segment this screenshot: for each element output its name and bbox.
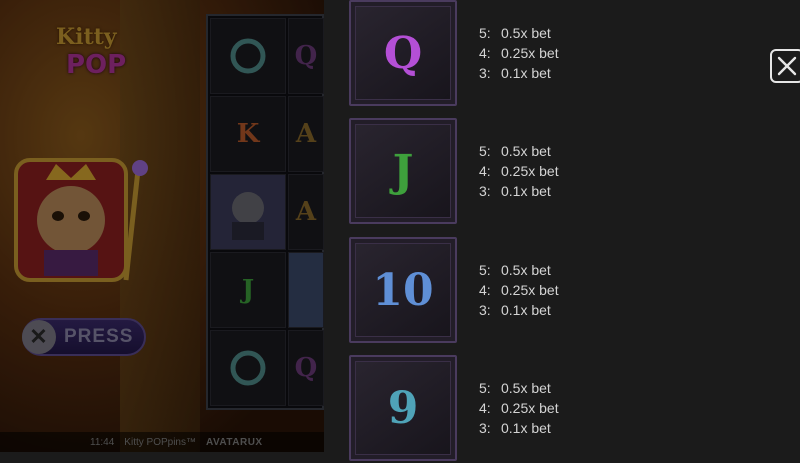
reel-symbol-partial: A <box>288 174 324 250</box>
symbol-glyph: Q <box>383 27 423 79</box>
status-time: 11:44 <box>90 436 115 448</box>
game-view: Kitty POP ✕ PRESS Q K A A J Q 11:44 Kitt… <box>0 0 324 452</box>
close-icon <box>777 56 797 76</box>
paytable-row: 9 5: 0.5x bet 4: 0.25x bet 3: 0.1x bet <box>349 355 749 463</box>
payout-value: 0.5x bet <box>501 380 551 396</box>
symbol-frame: 10 <box>349 237 457 343</box>
paytable-row: J 5: 0.5x bet 4: 0.25x bet 3: 0.1x bet <box>349 118 749 226</box>
payout-value: 0.1x bet <box>501 65 551 81</box>
status-brand: AVATARUX <box>206 436 263 448</box>
payout-value: 0.1x bet <box>501 420 551 436</box>
reel-symbol-ring <box>210 18 286 94</box>
payout-value: 0.5x bet <box>501 262 551 278</box>
reel-symbol-k: K <box>210 96 286 172</box>
payout-value: 0.25x bet <box>501 163 559 179</box>
xpress-button[interactable]: ✕ PRESS <box>22 318 146 356</box>
paytable-row: Q 5: 0.5x bet 4: 0.25x bet 3: 0.1x bet <box>349 0 749 108</box>
payout-list: 5: 0.5x bet 4: 0.25x bet 3: 0.1x bet <box>479 141 559 201</box>
payout-value: 0.25x bet <box>501 282 559 298</box>
payout-count: 4: <box>479 45 491 61</box>
payout-line: 3: 0.1x bet <box>479 418 559 438</box>
game-logo: Kitty POP <box>38 4 148 104</box>
reel-symbol-j: J <box>210 252 286 328</box>
payout-count: 3: <box>479 65 491 81</box>
payout-line: 3: 0.1x bet <box>479 63 559 83</box>
status-game-title: Kitty POPpins™ <box>124 436 196 448</box>
paytable-row: 10 5: 0.5x bet 4: 0.25x bet 3: 0.1x bet <box>349 237 749 345</box>
close-button[interactable] <box>770 49 800 83</box>
payout-count: 5: <box>479 25 491 41</box>
reel-symbol-cat <box>210 174 286 250</box>
cat-king-illustration <box>14 158 148 282</box>
logo-pop-text: POP <box>66 50 127 80</box>
payout-value: 0.25x bet <box>501 45 559 61</box>
reel-symbol-partial <box>288 252 324 328</box>
payout-list: 5: 0.5x bet 4: 0.25x bet 3: 0.1x bet <box>479 378 559 438</box>
logo-kitty-text: Kitty <box>56 24 117 50</box>
ring-symbol-icon <box>230 350 266 386</box>
reel-symbol-partial: A <box>288 96 324 172</box>
symbol-frame: 9 <box>349 355 457 461</box>
payout-value: 0.25x bet <box>501 400 559 416</box>
paytable-panel[interactable]: Q 5: 0.5x bet 4: 0.25x bet 3: 0.1x bet J 5: 0.5x … <box>324 0 800 461</box>
j-symbol: J <box>241 275 255 305</box>
x-icon: ✕ <box>22 320 56 354</box>
status-bar: 11:44 Kitty POPpins™ AVATARUX <box>0 432 324 452</box>
payout-value: 0.1x bet <box>501 302 551 318</box>
payout-line: 5: 0.5x bet <box>479 141 559 161</box>
press-label: PRESS <box>64 326 134 347</box>
ring-symbol-icon <box>230 38 266 74</box>
payout-line: 5: 0.5x bet <box>479 378 559 398</box>
payout-line: 4: 0.25x bet <box>479 398 559 418</box>
payout-list: 5: 0.5x bet 4: 0.25x bet 3: 0.1x bet <box>479 260 559 320</box>
reel-symbol-partial: Q <box>288 18 324 94</box>
cat-symbol-icon <box>232 192 264 240</box>
symbol-glyph: 10 <box>372 264 434 316</box>
reel-symbol-ring <box>210 330 286 406</box>
payout-count: 3: <box>479 183 491 199</box>
symbol-frame: Q <box>349 0 457 106</box>
payout-count: 5: <box>479 262 491 278</box>
payout-count: 4: <box>479 163 491 179</box>
payout-line: 5: 0.5x bet <box>479 260 559 280</box>
payout-count: 5: <box>479 143 491 159</box>
payout-line: 4: 0.25x bet <box>479 43 559 63</box>
payout-line: 3: 0.1x bet <box>479 300 559 320</box>
reel-symbol-partial: Q <box>288 330 324 406</box>
payout-list: 5: 0.5x bet 4: 0.25x bet 3: 0.1x bet <box>479 23 559 83</box>
payout-count: 5: <box>479 380 491 396</box>
symbol-glyph: J <box>392 145 414 197</box>
payout-value: 0.5x bet <box>501 25 551 41</box>
symbol-frame: J <box>349 118 457 224</box>
payout-count: 4: <box>479 282 491 298</box>
symbol-glyph: 9 <box>387 382 419 434</box>
payout-count: 4: <box>479 400 491 416</box>
payout-line: 5: 0.5x bet <box>479 23 559 43</box>
payout-line: 4: 0.25x bet <box>479 280 559 300</box>
reel-grid: Q K A A J Q <box>206 14 324 410</box>
payout-value: 0.5x bet <box>501 143 551 159</box>
payout-value: 0.1x bet <box>501 183 551 199</box>
payout-count: 3: <box>479 420 491 436</box>
payout-count: 3: <box>479 302 491 318</box>
payout-line: 4: 0.25x bet <box>479 161 559 181</box>
k-symbol: K <box>236 119 260 149</box>
payout-line: 3: 0.1x bet <box>479 181 559 201</box>
